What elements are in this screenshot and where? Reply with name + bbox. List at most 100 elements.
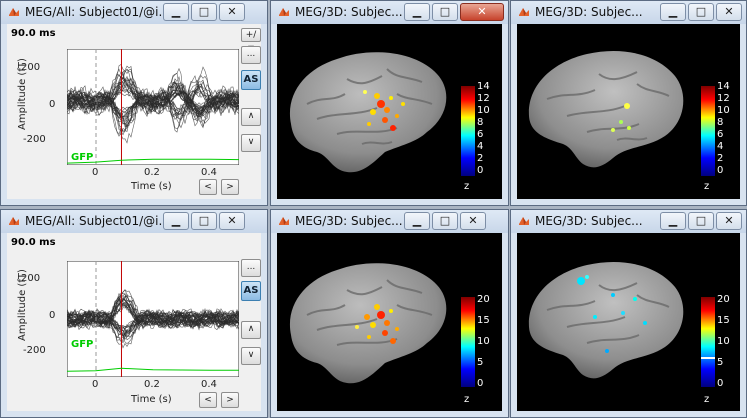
title-bar[interactable]: MEG/All: Subject01/@i... ▁ □ ✕ bbox=[1, 210, 267, 233]
gfp-label: GFP bbox=[71, 339, 93, 350]
brain-3d-window-3[interactable]: MEG/3D: Subjec... ▁ □ ✕ 20 15 10 5 0 z bbox=[270, 209, 509, 418]
restore-button[interactable]: □ bbox=[191, 3, 217, 21]
butterfly-plot[interactable]: GFP bbox=[67, 261, 239, 377]
autoscale-button[interactable]: AS bbox=[241, 281, 261, 301]
close-button[interactable]: ✕ bbox=[219, 3, 245, 21]
colorbar-tick: 0 bbox=[477, 165, 484, 176]
3d-view[interactable]: 14 12 10 8 6 4 2 0 z bbox=[517, 24, 740, 199]
colorbar-tick: 12 bbox=[477, 93, 490, 104]
scale-up-button[interactable]: ∧ bbox=[241, 108, 261, 126]
3d-view[interactable]: 14 12 10 8 6 4 2 0 z bbox=[277, 24, 502, 199]
current-time-label: 90.0 ms bbox=[11, 28, 56, 39]
minimize-button[interactable]: ▁ bbox=[660, 3, 686, 21]
colorbar-tick: 2 bbox=[477, 153, 484, 164]
restore-button[interactable]: □ bbox=[688, 3, 714, 21]
colorbar-tick: 4 bbox=[477, 141, 484, 152]
brain-3d-window-1[interactable]: MEG/3D: Subjec... ▁ □ ✕ 14 12 10 8 6 4 2… bbox=[270, 0, 509, 206]
colorbar-tick: 15 bbox=[717, 315, 730, 326]
minimize-button[interactable]: ▁ bbox=[660, 212, 686, 230]
colorbar-tick: 8 bbox=[717, 117, 724, 128]
close-button[interactable]: ✕ bbox=[716, 212, 742, 230]
time-series-window-2[interactable]: MEG/All: Subject01/@i... ▁ □ ✕ 90.0 ms A… bbox=[0, 209, 268, 418]
x-tick-02: 0.2 bbox=[144, 379, 160, 390]
y-tick-0: 0 bbox=[49, 99, 56, 110]
title-bar[interactable]: MEG/3D: Subjec... ▁ □ ✕ bbox=[511, 1, 746, 24]
close-button[interactable]: ✕ bbox=[716, 3, 742, 21]
more-button[interactable]: ... bbox=[241, 46, 261, 64]
colorbar-tick: 2 bbox=[717, 153, 724, 164]
colorbar bbox=[461, 297, 475, 387]
title-bar[interactable]: MEG/3D: Subjec... ▁ □ ✕ bbox=[271, 1, 508, 24]
title-bar[interactable]: MEG/All: Subject01/@i... ▁ □ ✕ bbox=[1, 1, 267, 24]
window-title: MEG/3D: Subjec... bbox=[535, 5, 643, 19]
minimize-button[interactable]: ▁ bbox=[163, 3, 189, 21]
colorbar-tick: 0 bbox=[717, 165, 724, 176]
colorbar-unit: z bbox=[464, 394, 470, 405]
close-button[interactable]: ✕ bbox=[460, 212, 486, 230]
colorbar-unit: z bbox=[704, 181, 710, 192]
window-title: MEG/All: Subject01/@i... bbox=[25, 214, 170, 228]
next-time-button[interactable]: > bbox=[221, 179, 239, 195]
scale-down-button[interactable]: ∨ bbox=[241, 347, 261, 365]
colorbar-unit: z bbox=[704, 394, 710, 405]
colorbar-tick: 20 bbox=[477, 294, 490, 305]
minimize-button[interactable]: ▁ bbox=[404, 212, 430, 230]
brain-3d-window-2[interactable]: MEG/3D: Subjec... ▁ □ ✕ 14 12 10 8 6 4 2… bbox=[510, 0, 747, 206]
restore-button[interactable]: □ bbox=[688, 212, 714, 230]
current-time-label: 90.0 ms bbox=[11, 237, 56, 248]
close-button[interactable]: ✕ bbox=[460, 3, 504, 21]
colorbar-tick: 5 bbox=[717, 357, 724, 368]
close-button[interactable]: ✕ bbox=[219, 212, 245, 230]
colorbar-tick: 8 bbox=[477, 117, 484, 128]
colorbar-tick: 10 bbox=[477, 336, 490, 347]
minimize-button[interactable]: ▁ bbox=[163, 212, 189, 230]
x-axis-label: Time (s) bbox=[131, 394, 172, 405]
matlab-icon bbox=[9, 8, 19, 16]
matlab-icon bbox=[519, 8, 529, 16]
restore-button[interactable]: □ bbox=[432, 212, 458, 230]
scale-up-button[interactable]: ∧ bbox=[241, 321, 261, 339]
x-tick-0: 0 bbox=[92, 167, 99, 178]
scale-button[interactable]: +/− bbox=[241, 28, 261, 52]
autoscale-button[interactable]: AS bbox=[241, 70, 261, 90]
butterfly-plot[interactable]: GFP bbox=[67, 49, 239, 165]
window-title: MEG/3D: Subjec... bbox=[295, 5, 403, 19]
colorbar-tick: 4 bbox=[717, 141, 724, 152]
colorbar-tick: 6 bbox=[717, 129, 724, 140]
more-button[interactable]: ... bbox=[241, 259, 261, 277]
plot-client: 90.0 ms Amplitude (fT) 200 0 -200 GFP 0 … bbox=[7, 24, 261, 199]
colorbar-tick: 14 bbox=[477, 81, 490, 92]
minimize-button[interactable]: ▁ bbox=[404, 3, 430, 21]
restore-button[interactable]: □ bbox=[432, 3, 458, 21]
title-bar[interactable]: MEG/3D: Subjec... ▁ □ ✕ bbox=[271, 210, 508, 233]
brain-3d-window-4[interactable]: MEG/3D: Subjec... ▁ □ ✕ 20 15 10 5 0 z bbox=[510, 209, 747, 418]
x-tick-04: 0.4 bbox=[201, 379, 217, 390]
title-bar[interactable]: MEG/3D: Subjec... ▁ □ ✕ bbox=[511, 210, 746, 233]
y-tick-200: 200 bbox=[21, 62, 41, 73]
scale-down-button[interactable]: ∨ bbox=[241, 134, 261, 152]
next-time-button[interactable]: > bbox=[221, 392, 239, 408]
restore-button[interactable]: □ bbox=[191, 212, 217, 230]
3d-view[interactable]: 20 15 10 5 0 z bbox=[277, 233, 502, 411]
3d-view[interactable]: 20 15 10 5 0 z bbox=[517, 233, 740, 411]
y-tick-0: 0 bbox=[49, 310, 56, 321]
colorbar-tick: 20 bbox=[717, 294, 730, 305]
prev-time-button[interactable]: < bbox=[199, 179, 217, 195]
colorbar-tick: 6 bbox=[477, 129, 484, 140]
plot-client: 90.0 ms Amplitude (fT) 200 0 -200 GFP 0 … bbox=[7, 233, 261, 411]
colorbar bbox=[701, 86, 715, 176]
y-tick-200: 200 bbox=[21, 273, 41, 284]
prev-time-button[interactable]: < bbox=[199, 392, 217, 408]
colorbar bbox=[461, 86, 475, 176]
time-series-window-1[interactable]: MEG/All: Subject01/@i... ▁ □ ✕ 90.0 ms A… bbox=[0, 0, 268, 206]
colorbar-tick: 10 bbox=[717, 336, 730, 347]
colorbar-tick: 5 bbox=[477, 357, 484, 368]
colorbar-tick: 14 bbox=[717, 81, 730, 92]
colorbar-tick: 0 bbox=[717, 378, 724, 389]
window-title: MEG/All: Subject01/@i... bbox=[25, 5, 170, 19]
colorbar-tick: 12 bbox=[717, 93, 730, 104]
colorbar-tick: 10 bbox=[717, 105, 730, 116]
colorbar-tick: 15 bbox=[477, 315, 490, 326]
colorbar-tick: 0 bbox=[477, 378, 484, 389]
gfp-label: GFP bbox=[71, 152, 93, 163]
